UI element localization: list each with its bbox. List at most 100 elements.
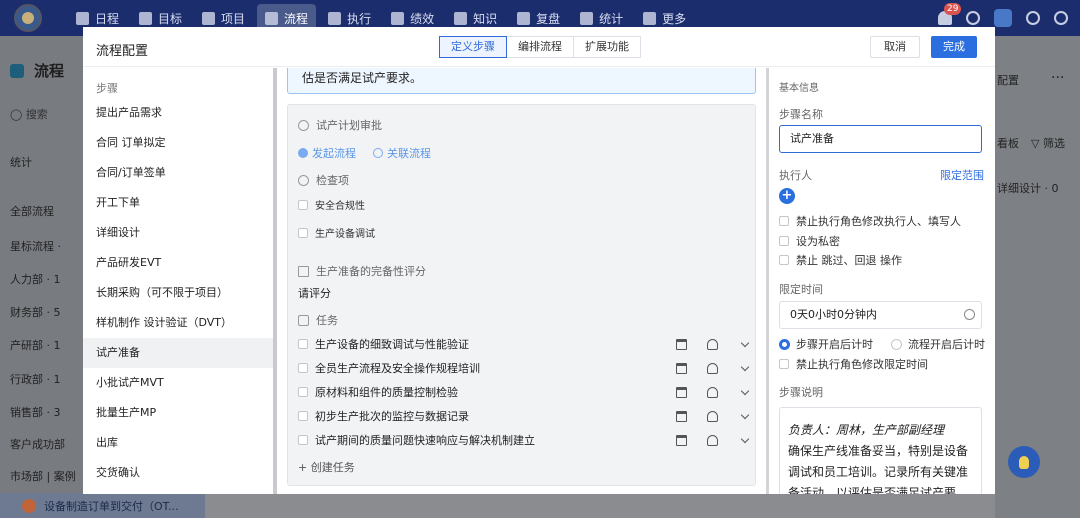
related-flow-link[interactable]: 关联流程	[373, 145, 431, 161]
chevron-down-icon[interactable]	[740, 434, 750, 443]
timing-radio[interactable]: 流程开启后计时	[891, 336, 985, 352]
bg-item-hr[interactable]: 人力部 · 1	[10, 271, 61, 287]
step-item[interactable]: 样机制作 设计验证（DVT）	[83, 308, 273, 338]
task-row[interactable]: 试产期间的质量问题快速响应与解决机制建立	[298, 429, 750, 451]
step-item[interactable]: 提出产品需求	[83, 98, 273, 128]
task-row[interactable]: 初步生产批次的监控与数据记录	[298, 405, 750, 427]
pie-icon	[580, 11, 594, 25]
check-item[interactable]: 安全合规性	[298, 197, 365, 212]
calendar-icon[interactable]	[676, 386, 687, 398]
step-item[interactable]: 合同/订单签单	[83, 158, 273, 188]
calendar-icon[interactable]	[676, 362, 687, 374]
task-row[interactable]: 原材料和组件的质量控制检验	[298, 381, 750, 403]
bg-board-tab[interactable]: 看板	[997, 135, 1019, 151]
option-row[interactable]: 禁止 跳过、回退 操作	[779, 252, 902, 268]
checkbox[interactable]	[298, 227, 308, 238]
bg-item-stats[interactable]: 统计	[10, 154, 32, 170]
tab-arrange-flow[interactable]: 编排流程	[506, 36, 574, 58]
step-item[interactable]: 批量生产MP	[83, 398, 273, 428]
add-executor-button[interactable]: +	[779, 188, 795, 204]
rating-prompt[interactable]: 请评分	[298, 285, 331, 301]
limit-scope-link[interactable]: 限定范围	[940, 167, 984, 183]
step-desc-textarea[interactable]: 负责人：周林，生产部副经理 确保生产线准备妥当，特别是设备调试和员工培训。记录所有…	[779, 407, 982, 494]
radio[interactable]	[891, 338, 902, 350]
step-item[interactable]: 合同 订单拟定	[83, 128, 273, 158]
task-checkbox[interactable]	[298, 363, 308, 373]
done-button[interactable]: 完成	[931, 36, 977, 58]
time-limit-label: 限定时间	[779, 283, 823, 296]
more-icon[interactable]: ···	[1051, 70, 1064, 86]
task-row[interactable]: 生产设备的细致调试与性能验证	[298, 333, 750, 355]
bell-icon[interactable]: 29	[938, 3, 962, 25]
task-checkbox[interactable]	[298, 435, 308, 445]
tab-define-steps[interactable]: 定义步骤	[439, 36, 507, 58]
help-button[interactable]	[1008, 446, 1040, 478]
task-row[interactable]: 全员生产流程及安全操作规程培训	[298, 357, 750, 379]
checkbox[interactable]	[779, 216, 789, 226]
steps-heading: 步骤	[96, 82, 118, 95]
bg-item-sales[interactable]: 销售部 · 3	[10, 404, 61, 420]
bg-item-customer-success[interactable]: 客户成功部	[10, 436, 65, 452]
bg-filter-button[interactable]: ▽ 筛选	[1031, 135, 1065, 151]
chevron-down-icon[interactable]	[740, 410, 750, 419]
user-icon[interactable]	[707, 338, 718, 350]
step-content-card: 试产计划审批 发起流程 关联流程 检查项 安全合规性 生产设备调试 生产准备的完…	[287, 104, 756, 486]
search-input[interactable]: ◯ 搜索	[10, 106, 48, 122]
checkbox[interactable]	[779, 255, 789, 265]
chevron-down-icon[interactable]	[740, 362, 750, 371]
search-icon: ◯	[10, 108, 26, 121]
bg-item-finance[interactable]: 财务部 · 5	[10, 304, 61, 320]
option-row[interactable]: 禁止执行角色修改限定时间	[779, 356, 928, 372]
task-checkbox[interactable]	[298, 411, 308, 421]
step-name-input[interactable]: 试产准备	[779, 125, 982, 153]
grid-icon	[643, 11, 657, 25]
bg-item-rd[interactable]: 产研部 · 1	[10, 337, 61, 353]
step-item[interactable]: 小批试产MVT	[83, 368, 273, 398]
step-item[interactable]: 详细设计	[83, 218, 273, 248]
check-item[interactable]: 生产设备调试	[298, 225, 375, 240]
start-flow-link[interactable]: 发起流程	[298, 145, 356, 161]
checkbox[interactable]	[298, 199, 308, 210]
checks-section-title: 检查项	[298, 172, 349, 188]
user-avatar[interactable]	[994, 9, 1012, 27]
task-checkbox[interactable]	[298, 339, 308, 349]
checkbox[interactable]	[779, 236, 789, 246]
step-item[interactable]: 开工下单	[83, 188, 273, 218]
bg-flow-item[interactable]: 设备制造订单到交付（OT...	[0, 493, 205, 518]
settings-icon[interactable]	[1054, 11, 1068, 25]
tab-extensions[interactable]: 扩展功能	[573, 36, 641, 58]
chevron-down-icon[interactable]	[740, 338, 750, 347]
time-limit-input[interactable]: 0天0小时0分钟内	[779, 301, 982, 329]
user-icon[interactable]	[707, 362, 718, 374]
calendar-icon[interactable]	[676, 338, 687, 350]
option-row[interactable]: 设为私密	[779, 233, 840, 249]
timing-radio[interactable]: 步骤开启后计时	[779, 336, 873, 352]
task-checkbox[interactable]	[298, 387, 308, 397]
cancel-button[interactable]: 取消	[870, 36, 920, 58]
step-item[interactable]: 出库	[83, 428, 273, 458]
bg-item-all-flows[interactable]: 全部流程	[10, 203, 54, 219]
bg-item-admin[interactable]: 行政部 · 1	[10, 371, 61, 387]
list-icon	[328, 11, 342, 25]
bg-item-marketing[interactable]: 市场部 | 案例	[10, 468, 76, 484]
app-logo[interactable]	[14, 4, 42, 32]
create-task-button[interactable]: + 创建任务	[298, 459, 355, 475]
user-icon[interactable]	[707, 386, 718, 398]
calendar-icon[interactable]	[676, 434, 687, 446]
bg-config-button[interactable]: 配置	[997, 72, 1019, 88]
step-item[interactable]: 长期采购（可不限于项目）	[83, 278, 273, 308]
search-icon[interactable]	[966, 11, 980, 25]
gear-icon[interactable]	[1026, 11, 1040, 25]
checkbox[interactable]	[779, 359, 789, 369]
user-icon[interactable]	[707, 410, 718, 422]
user-icon[interactable]	[707, 434, 718, 446]
step-item[interactable]: 产品研发EVT	[83, 248, 273, 278]
radio-selected[interactable]	[779, 338, 790, 350]
executor-label: 执行人	[779, 169, 812, 182]
chevron-down-icon[interactable]	[740, 386, 750, 395]
calendar-icon[interactable]	[676, 410, 687, 422]
step-item[interactable]: 交货确认	[83, 458, 273, 488]
step-item-active[interactable]: 试产准备	[83, 338, 273, 368]
option-row[interactable]: 禁止执行角色修改执行人、填写人	[779, 213, 961, 229]
bg-item-starred[interactable]: 星标流程 ·	[10, 238, 61, 254]
